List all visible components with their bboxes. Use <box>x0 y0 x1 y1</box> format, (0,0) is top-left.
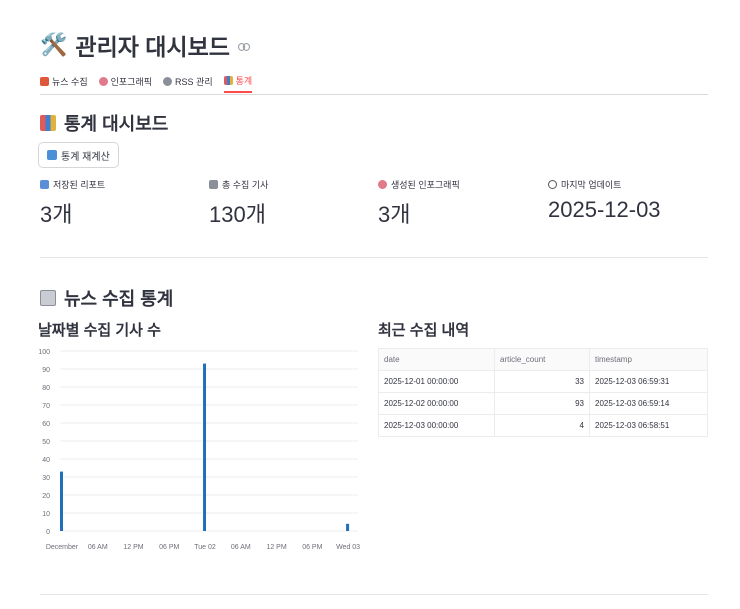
chart-title: 날짜별 수집 기사 수 <box>38 322 161 339</box>
y-tick-label: 30 <box>42 475 50 482</box>
table-title: 최근 수집 내역 <box>378 322 470 339</box>
refresh-icon <box>47 150 57 160</box>
table-cell[interactable]: 2025-12-03 06:59:31 <box>589 370 708 393</box>
page-title-row: 🛠️ 관리자 대시보드 <box>40 28 250 62</box>
y-tick-label: 100 <box>38 349 50 356</box>
bar-chart-icon <box>40 115 56 131</box>
table-cell[interactable]: 4 <box>494 414 590 437</box>
recalculate-button-label: 통계 재계산 <box>61 151 110 163</box>
recalculate-button[interactable]: 통계 재계산 <box>38 142 119 168</box>
rocket-icon <box>40 76 49 86</box>
x-tick-label: Wed 03 <box>336 544 360 551</box>
tab-label: 통계 <box>235 76 253 86</box>
page-title: 관리자 대시보드 <box>75 34 230 60</box>
articles-bar-chart: 0 10 20 30 40 50 60 70 80 90 100 December 06 AM 12 PM… <box>38 349 360 551</box>
bar <box>346 523 350 531</box>
y-tick-label: 10 <box>42 511 50 518</box>
table-row: 2025-12-02 00:00:00 93 2025-12-03 06:59:… <box>378 392 708 415</box>
y-tick-label: 70 <box>42 403 50 410</box>
divider <box>40 594 708 595</box>
metric-value: 130개 <box>209 202 266 227</box>
x-tick-label: 06 PM <box>159 544 179 551</box>
table-row: 2025-12-01 00:00:00 33 2025-12-03 06:59:… <box>378 370 708 393</box>
x-tick-label: December <box>46 544 79 551</box>
tools-icon: 🛠️ <box>40 32 68 58</box>
tab-news-collect[interactable]: 뉴스 수집 <box>40 70 88 92</box>
y-tick-label: 50 <box>42 439 50 446</box>
metric-articles: 총 수집 기사 130개 <box>209 178 268 229</box>
table-cell[interactable]: 93 <box>494 392 590 415</box>
news-title: 뉴스 수집 통계 <box>64 289 174 309</box>
metric-label: 총 수집 기사 <box>222 180 269 190</box>
tab-bar: 뉴스 수집 인포그래픽 RSS 관리 통계 <box>40 70 708 95</box>
x-tick-label: Tue 02 <box>194 544 216 551</box>
gear-icon <box>163 76 173 86</box>
x-tick-label: 06 PM <box>302 544 322 551</box>
x-tick-label: 06 AM <box>231 544 251 551</box>
table-cell[interactable]: 2025-12-03 00:00:00 <box>378 414 495 437</box>
table-row: 2025-12-03 00:00:00 4 2025-12-03 06:58:5… <box>378 414 708 437</box>
tab-label: 뉴스 수집 <box>52 76 88 87</box>
table-cell[interactable]: 2025-12-03 06:59:14 <box>589 392 708 415</box>
news-heading: 뉴스 수집 통계 <box>40 285 173 311</box>
table-cell[interactable]: 33 <box>494 370 590 393</box>
metric-label: 저장된 리포트 <box>53 180 106 190</box>
column-header[interactable]: article_count <box>494 348 590 371</box>
metric-value: 3개 <box>40 202 73 227</box>
tab-stats[interactable]: 통계 <box>223 70 253 93</box>
bar <box>203 363 207 531</box>
divider <box>40 257 708 258</box>
metric-value: 3개 <box>378 202 411 227</box>
y-tick-label: 0 <box>46 529 50 536</box>
y-tick-label: 60 <box>42 421 50 428</box>
metric-label: 생성된 인포그래픽 <box>391 180 460 190</box>
metric-label: 마지막 업데이트 <box>561 180 622 190</box>
tab-label: RSS 관리 <box>175 76 213 87</box>
metric-last-update: 마지막 업데이트 2025-12-03 <box>548 178 661 223</box>
link-icon[interactable] <box>237 43 250 51</box>
tab-infographic[interactable]: 인포그래픽 <box>98 70 153 92</box>
metric-reports: 저장된 리포트 3개 <box>40 178 105 229</box>
stats-heading: 통계 대시보드 <box>40 110 168 136</box>
table-cell[interactable]: 2025-12-03 06:58:51 <box>589 414 708 437</box>
recent-collection-table: date article_count timestamp 2025-12-01 … <box>378 348 708 437</box>
column-header[interactable]: timestamp <box>589 348 708 371</box>
calendar-icon <box>40 180 49 189</box>
table-cell[interactable]: 2025-12-02 00:00:00 <box>378 392 495 415</box>
table-header-row: date article_count timestamp <box>378 348 708 371</box>
bar-chart-icon <box>223 76 233 85</box>
column-header[interactable]: date <box>378 348 495 371</box>
newspaper-icon <box>40 290 56 306</box>
y-tick-label: 80 <box>42 385 50 392</box>
tab-label: 인포그래픽 <box>110 76 153 87</box>
art-icon <box>98 76 108 86</box>
tab-rss[interactable]: RSS 관리 <box>163 70 213 92</box>
table-cell[interactable]: 2025-12-01 00:00:00 <box>378 370 495 393</box>
metric-value: 2025-12-03 <box>548 197 661 222</box>
y-tick-label: 40 <box>42 457 50 464</box>
y-tick-label: 20 <box>42 493 50 500</box>
clock-icon <box>548 180 557 189</box>
x-tick-label: 12 PM <box>266 544 286 551</box>
y-tick-label: 90 <box>42 367 50 374</box>
x-tick-label: 06 AM <box>88 544 108 551</box>
x-tick-label: 12 PM <box>123 544 143 551</box>
art-icon <box>378 180 387 189</box>
newspaper-icon <box>209 180 218 189</box>
bar <box>60 471 63 531</box>
metric-infographics: 생성된 인포그래픽 3개 <box>378 178 460 229</box>
stats-title: 통계 대시보드 <box>64 114 169 134</box>
